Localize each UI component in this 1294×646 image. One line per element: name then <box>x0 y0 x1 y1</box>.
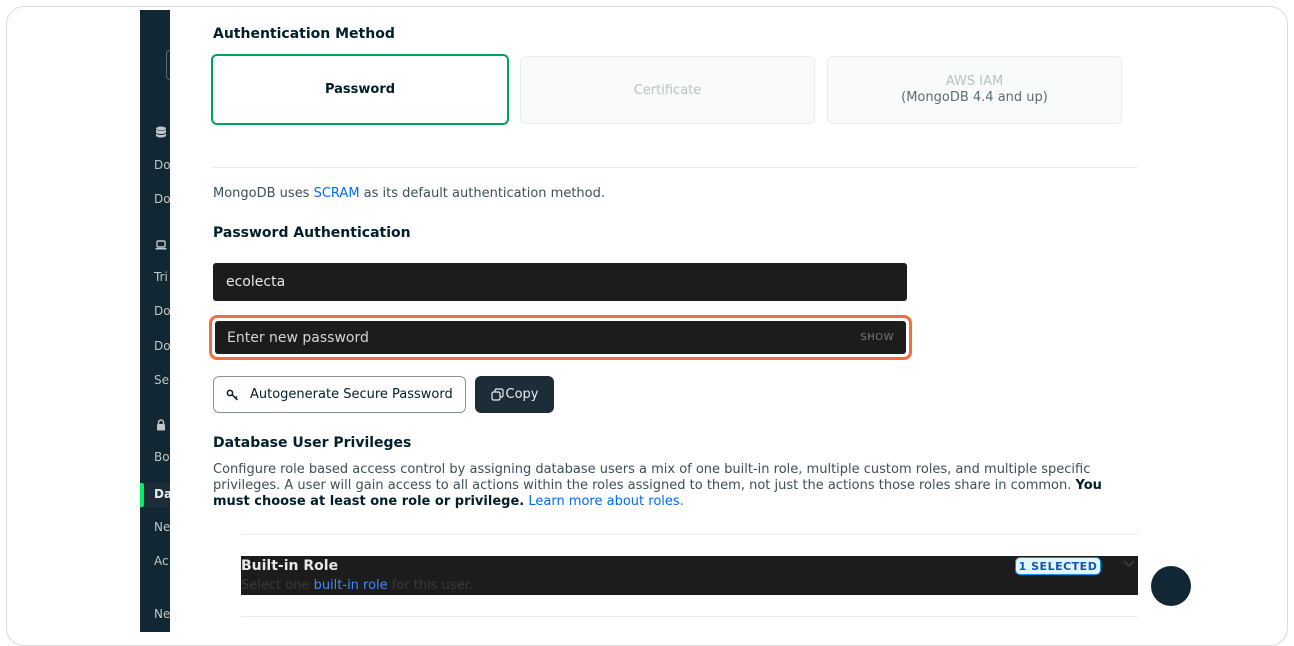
privileges-divider-top <box>241 534 1138 535</box>
auth-option-aws-label: AWS IAM <box>945 74 1004 89</box>
selected-count-badge: 1 SELECTED <box>1015 557 1101 575</box>
chevron-down-icon[interactable] <box>1121 556 1137 572</box>
section-divider <box>213 167 1138 168</box>
builtin-role-title: Built-in Role <box>241 558 339 574</box>
help-chat-button[interactable] <box>1151 566 1191 606</box>
show-password-button[interactable]: SHOW <box>860 332 894 343</box>
copy-icon <box>490 388 504 401</box>
password-placeholder: Enter new password <box>227 329 369 346</box>
builtin-role-subtitle: Select one built-in role for this user. <box>241 578 473 593</box>
auth-option-aws-sub: (MongoDB 4.4 and up) <box>901 90 1048 105</box>
auth-option-certificate-label: Certificate <box>633 82 702 98</box>
auth-option-password-label: Password <box>324 82 396 97</box>
copy-password-button[interactable]: Copy <box>475 376 554 413</box>
auth-option-aws-iam[interactable]: AWS IAM (MongoDB 4.4 and up) <box>827 56 1122 124</box>
builtin-role-sub-after: for this user. <box>387 578 473 593</box>
builtin-role-sub-before: Select one <box>241 578 314 593</box>
privileges-text: Configure role based access control by a… <box>213 462 1091 493</box>
auth-option-certificate[interactable]: Certificate <box>520 56 815 124</box>
username-value: ecolecta <box>226 274 286 290</box>
main-content: Authentication Method Password Certifica… <box>0 0 1294 639</box>
scram-text-before: MongoDB uses <box>213 186 314 201</box>
password-input[interactable]: Enter new password SHOW <box>215 321 906 354</box>
builtin-role-link[interactable]: built-in role <box>314 578 388 593</box>
key-icon <box>226 389 239 401</box>
password-focus-ring: Enter new password SHOW <box>209 315 912 360</box>
privileges-description: Configure role based access control by a… <box>213 462 1143 510</box>
autogenerate-password-button[interactable]: Autogenerate Secure Password <box>213 376 466 413</box>
scram-link[interactable]: SCRAM <box>314 186 360 201</box>
auth-option-password[interactable]: Password <box>211 54 509 125</box>
learn-more-roles-link[interactable]: Learn more about roles. <box>528 494 683 509</box>
username-input[interactable]: ecolecta <box>213 263 907 301</box>
scram-text-after: as its default authentication method. <box>359 186 606 201</box>
autogenerate-label: Autogenerate Secure Password <box>250 387 453 402</box>
auth-method-title: Authentication Method <box>213 26 395 42</box>
db-privileges-title: Database User Privileges <box>213 435 412 451</box>
scram-description: MongoDB uses SCRAM as its default authen… <box>213 186 605 201</box>
password-auth-title: Password Authentication <box>213 225 411 241</box>
builtin-role-header[interactable]: Built-in Role Select one built-in role f… <box>241 556 1138 595</box>
copy-label: Copy <box>505 387 539 402</box>
privileges-divider-bottom <box>241 616 1138 617</box>
